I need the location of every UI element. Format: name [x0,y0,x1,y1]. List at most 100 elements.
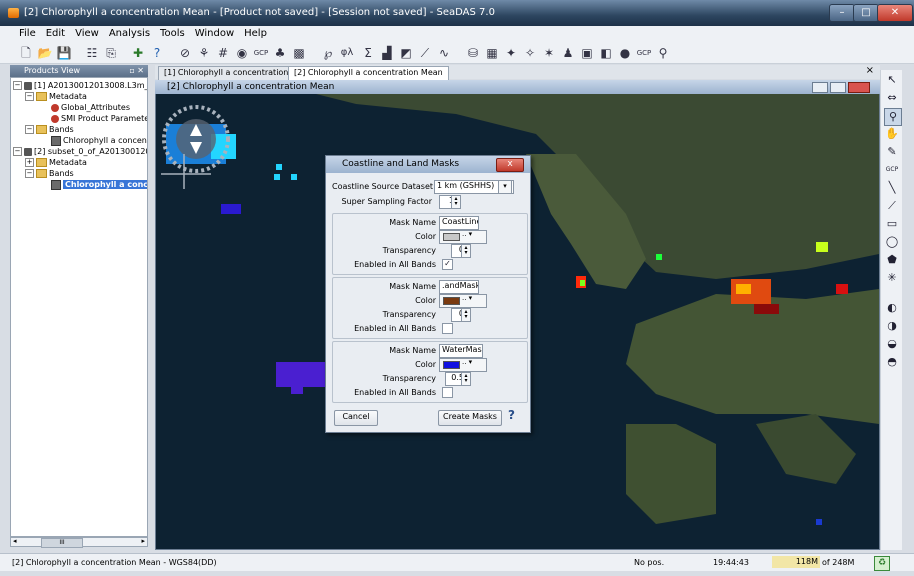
menu-edit[interactable]: Edit [41,26,70,39]
ellipse-tool-icon[interactable]: ◯ [884,234,900,250]
gcp-tool-icon[interactable]: GCP [636,45,652,61]
database-icon[interactable]: ⛁ [465,45,481,61]
frame-close-icon[interactable] [848,82,870,93]
super-sampling-spinner[interactable]: ▴ ▾ [451,195,461,209]
frame-restore-icon[interactable] [830,82,846,93]
color-picker-land[interactable]: .. ▾ [439,294,487,308]
dialog-close-button[interactable]: x [496,158,524,172]
tree-item-product-2[interactable]: −[2] subset_0_of_A201300120130 [13,146,147,157]
rectangle-tool-icon[interactable]: ▭ [884,216,900,232]
color-picker-coastline[interactable]: .. ▾ [439,230,487,244]
select-tool-icon[interactable]: ↖ [884,72,900,88]
tree-item-metadata[interactable]: − Metadata [25,91,87,102]
menu-window[interactable]: Window [190,26,239,39]
scroll-left-icon[interactable]: ◂ [13,537,17,545]
mask-name-field-coastline[interactable]: CoastLine [439,216,479,230]
tool-c-icon[interactable]: ✶ [541,45,557,61]
pin-icon[interactable]: ⚘ [196,45,212,61]
zoom-tool-icon[interactable]: ⚲ [884,108,902,126]
zoom-all-icon[interactable]: ◓ [884,354,900,370]
range-finder-icon[interactable]: ⇔ [884,90,900,106]
band-maths-icon[interactable]: ℘ [320,45,336,61]
pan-tool-icon[interactable]: ✋ [884,126,900,142]
transparency-spinner[interactable]: ▴ ▾ [461,308,471,322]
color-picker-water[interactable]: .. ▾ [439,358,487,372]
collapse-icon[interactable]: − [13,81,22,90]
enabled-checkbox-coastline[interactable]: ✓ [442,259,453,270]
enabled-checkbox-water[interactable] [442,387,453,398]
frame-minimize-icon[interactable] [812,82,828,93]
menu-view[interactable]: View [70,26,104,39]
tool-d-icon[interactable]: ♟ [560,45,576,61]
scatter-plot-icon[interactable]: ⟋ [417,45,433,61]
tab-view-2[interactable]: [2] Chlorophyll a concentration Mean [288,66,449,80]
graph-icon[interactable]: ▦ [484,45,500,61]
zoom-tool-icon[interactable]: ⚲ [655,45,671,61]
line-tool-icon[interactable]: ╲ [884,180,900,196]
save-icon[interactable]: 💾 [56,45,72,61]
open-folder-icon[interactable]: 📂 [37,45,53,61]
globe-icon[interactable]: ● [617,45,633,61]
panel-close-icon[interactable]: ▫ ✕ [129,65,144,77]
export-icon[interactable]: ⎘ [103,45,119,61]
tree-item-bands-2[interactable]: − Bands [25,168,74,179]
create-masks-button[interactable]: Create Masks [438,410,502,426]
graticule-icon[interactable]: # [215,45,231,61]
scroll-right-icon[interactable]: ▸ [141,537,145,545]
profile-plot-icon[interactable]: ◩ [398,45,414,61]
gcp-tool-icon[interactable]: GCP [884,162,900,178]
help-icon[interactable]: ? [149,45,165,61]
minimize-button[interactable]: – [829,4,855,22]
menu-tools[interactable]: Tools [155,26,190,39]
tree-item-band-chlor-2[interactable]: Chlorophyll a concent [51,179,147,190]
expand-icon[interactable]: + [25,158,34,167]
tree-item-band-chlor-1[interactable]: Chlorophyll a concentrati [51,135,147,146]
navigation-icon[interactable]: ⊘ [177,45,193,61]
tree-item-metadata-2[interactable]: + Metadata [25,157,87,168]
new-document-icon[interactable]: 🗋 [18,45,34,61]
statistics-icon[interactable]: Σ [360,45,376,61]
tabs-close-icon[interactable]: × [866,65,874,76]
polygon-tool-icon[interactable]: ⬟ [884,252,900,268]
plugin-icon[interactable]: ✚ [130,45,146,61]
collapse-icon[interactable]: − [25,169,34,178]
mask-icon[interactable]: ▩ [291,45,307,61]
tool-e-icon[interactable]: ▣ [579,45,595,61]
gcp-icon[interactable]: GCP [253,45,269,61]
phi-lambda-icon[interactable]: φλ [339,45,355,61]
menu-analysis[interactable]: Analysis [104,26,155,39]
spectrum-icon[interactable]: ∿ [436,45,452,61]
collapse-icon[interactable]: − [25,92,34,101]
scroll-thumb[interactable]: III [41,538,83,548]
close-window-button[interactable]: ✕ [877,4,913,22]
world-view-icon[interactable]: ◉ [234,45,250,61]
collapse-icon[interactable]: − [25,125,34,134]
cancel-button[interactable]: Cancel [334,410,378,426]
maximize-button[interactable]: □ [853,4,879,22]
zoom-in-icon[interactable]: ◐ [884,300,900,316]
tool-b-icon[interactable]: ✧ [522,45,538,61]
products-horizontal-scrollbar[interactable]: ◂ III ▸ [10,537,148,548]
mask-name-field-land[interactable]: .andMask [439,280,479,294]
layer-icon[interactable]: ♣ [272,45,288,61]
menu-help[interactable]: Help [239,26,272,39]
histogram-icon[interactable]: ▟ [379,45,395,61]
properties-icon[interactable]: ☷ [84,45,100,61]
mask-name-field-water[interactable]: WaterMask [439,344,483,358]
menu-file[interactable]: File [14,26,41,39]
chevron-down-icon[interactable]: ▾ [498,180,512,194]
zoom-fit-icon[interactable]: ◒ [884,336,900,352]
zoom-out-icon[interactable]: ◑ [884,318,900,334]
garbage-collect-icon[interactable]: ♻ [874,556,890,571]
transparency-spinner[interactable]: ▴ ▾ [461,244,471,258]
tree-item-global-attributes[interactable]: Global_Attributes [51,102,130,113]
transparency-spinner[interactable]: ▴ ▾ [461,372,471,386]
tool-a-icon[interactable]: ✦ [503,45,519,61]
help-icon[interactable]: ? [508,408,515,422]
collapse-icon[interactable]: − [13,147,22,156]
tree-item-bands[interactable]: − Bands [25,124,74,135]
tree-item-smi-parameters[interactable]: SMI Product Parameters [51,113,147,124]
tool-f-icon[interactable]: ◧ [598,45,614,61]
magic-wand-icon[interactable]: ✳ [884,270,900,286]
polyline-tool-icon[interactable]: ⟋ [884,198,900,214]
